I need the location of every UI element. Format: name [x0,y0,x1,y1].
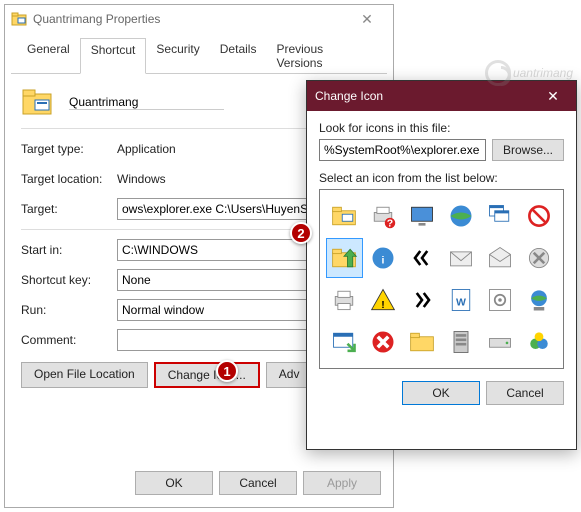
folder-yellow-icon[interactable] [404,322,441,362]
svg-text:!: ! [381,299,385,311]
open-file-location-button[interactable]: Open File Location [21,362,148,388]
folder-up-icon[interactable] [326,238,363,278]
select-icon-label: Select an icon from the list below: [319,171,564,185]
tab-previous-versions[interactable]: Previous Versions [266,38,381,74]
server-icon[interactable] [442,322,479,362]
folder-icon[interactable] [326,196,363,236]
change-icon-cancel-button[interactable]: Cancel [486,381,564,405]
annotation-badge-1: 1 [216,360,238,382]
cancel-button[interactable]: Cancel [219,471,297,495]
icon-grid: ? i! W [319,189,564,369]
error-icon[interactable] [365,322,402,362]
shortcut-key-label: Shortcut key: [21,273,117,287]
msn-icon[interactable] [520,322,557,362]
envelope-icon[interactable] [442,238,479,278]
chevrons-left-icon[interactable] [404,238,441,278]
start-in-label: Start in: [21,243,117,257]
shortcut-name-input[interactable] [69,95,224,110]
target-location-label: Target location: [21,172,117,186]
apply-button[interactable]: Apply [303,471,381,495]
run-label: Run: [21,303,117,317]
tab-general[interactable]: General [17,38,80,74]
globe-icon[interactable] [442,196,479,236]
browse-button[interactable]: Browse... [492,139,564,161]
svg-text:i: i [382,254,385,266]
no-entry-icon[interactable] [520,196,557,236]
warning-icon[interactable]: ! [365,280,402,320]
annotation-badge-2: 2 [290,222,312,244]
watermark-text: uantrimang [513,66,573,80]
tab-shortcut[interactable]: Shortcut [80,38,147,74]
change-icon-titlebar: Change Icon ✕ [307,81,576,111]
close-icon[interactable]: ✕ [538,88,568,105]
target-type-label: Target type: [21,142,117,156]
windows-cascade-icon[interactable] [481,196,518,236]
window-arrow-icon[interactable] [326,322,363,362]
change-icon-button[interactable]: Change Icon... [154,362,260,388]
info-icon[interactable]: i [365,238,402,278]
tab-details[interactable]: Details [210,38,267,74]
envelope-open-icon[interactable] [481,238,518,278]
cancel-circle-icon[interactable] [520,238,557,278]
word-icon[interactable]: W [442,280,479,320]
ok-button[interactable]: OK [135,471,213,495]
printer-question-icon[interactable]: ? [365,196,402,236]
network-globe-icon[interactable] [520,280,557,320]
tabstrip: General Shortcut Security Details Previo… [11,33,387,74]
shortcut-large-icon [21,86,53,118]
change-icon-ok-button[interactable]: OK [402,381,480,405]
change-icon-dialog: Change Icon ✕ Look for icons in this fil… [306,80,577,450]
look-for-icons-label: Look for icons in this file: [319,121,564,135]
svg-text:?: ? [387,218,393,230]
tab-security[interactable]: Security [146,38,209,74]
svg-text:W: W [456,296,466,308]
change-icon-title: Change Icon [315,89,538,103]
chevrons-right-icon[interactable] [404,280,441,320]
close-icon[interactable]: ✕ [347,11,387,28]
comment-label: Comment: [21,333,117,347]
target-label: Target: [21,202,117,216]
folder-shortcut-icon [11,11,27,27]
monitor-icon[interactable] [404,196,441,236]
titlebar: Quantrimang Properties ✕ [5,5,393,33]
icon-path-input[interactable] [319,139,486,161]
printer-icon[interactable] [326,280,363,320]
footer-buttons: OK Cancel Apply [135,471,381,495]
window-title: Quantrimang Properties [33,12,347,26]
drive-icon[interactable] [481,322,518,362]
gear-box-icon[interactable] [481,280,518,320]
